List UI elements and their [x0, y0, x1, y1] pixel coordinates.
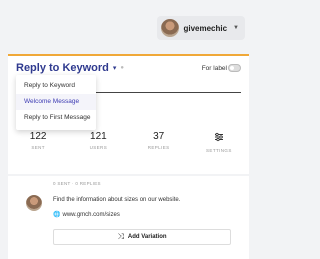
- chevron-down-icon: ▼: [233, 25, 239, 31]
- stat-replies: 37 REPLIES: [129, 130, 189, 166]
- add-variation-label: Add Variation: [127, 234, 167, 240]
- stat-value: 121: [90, 131, 107, 142]
- message-meta: 0 SENT · 0 REPLIES: [53, 181, 101, 186]
- stats-row: 122 SENT 121 USERS 37 REPLIES SETTINGS: [8, 130, 249, 166]
- message-link[interactable]: 🌐 www.gmch.com/sizes: [53, 211, 120, 219]
- username: givemechic: [183, 23, 228, 33]
- avatar: [161, 19, 180, 37]
- stat-label: USERS: [89, 145, 108, 150]
- stat-label: REPLIES: [147, 145, 170, 150]
- gear-icon[interactable]: [214, 132, 224, 142]
- menu-item-reply-to-first-message[interactable]: Reply to First Message: [16, 110, 96, 126]
- shuffle-icon: ⤨: [117, 232, 124, 241]
- for-label-toggle[interactable]: [228, 64, 241, 72]
- message-card: 0 SENT · 0 REPLIES Find the information …: [8, 176, 249, 259]
- message-text[interactable]: Find the information about sizes on our …: [53, 197, 180, 203]
- stat-value: 122: [29, 131, 47, 142]
- stat-label: SENT: [31, 145, 45, 150]
- user-menu[interactable]: givemechic ▼: [157, 16, 245, 40]
- stat-settings[interactable]: SETTINGS: [189, 130, 249, 166]
- reply-type-title: Reply to Keyword: [16, 62, 109, 74]
- globe-icon: 🌐: [53, 212, 61, 218]
- menu-item-reply-to-keyword[interactable]: Reply to Keyword: [16, 78, 96, 94]
- top-bar: givemechic ▼: [0, 0, 257, 48]
- info-icon: ●: [120, 65, 125, 71]
- stat-sent: 122 SENT: [8, 130, 68, 166]
- stat-label: SETTINGS: [206, 148, 232, 153]
- add-variation-button[interactable]: ⤨ Add Variation: [53, 229, 231, 245]
- settings-icon-wrap: [189, 130, 249, 147]
- menu-item-welcome-message[interactable]: Welcome Message: [16, 94, 96, 110]
- avatar: [26, 195, 42, 211]
- reply-type-selector[interactable]: Reply to Keyword ▾ ●: [16, 62, 124, 74]
- stat-value: 37: [153, 131, 165, 142]
- message-link-text: www.gmch.com/sizes: [62, 211, 120, 218]
- stat-users: 121 USERS: [68, 130, 128, 166]
- chevron-down-icon: ▾: [112, 65, 117, 72]
- for-label-text: For label: [201, 65, 227, 72]
- reply-type-dropdown: Reply to Keyword Welcome Message Reply t…: [16, 75, 96, 130]
- keyword-input-underline: [93, 92, 241, 93]
